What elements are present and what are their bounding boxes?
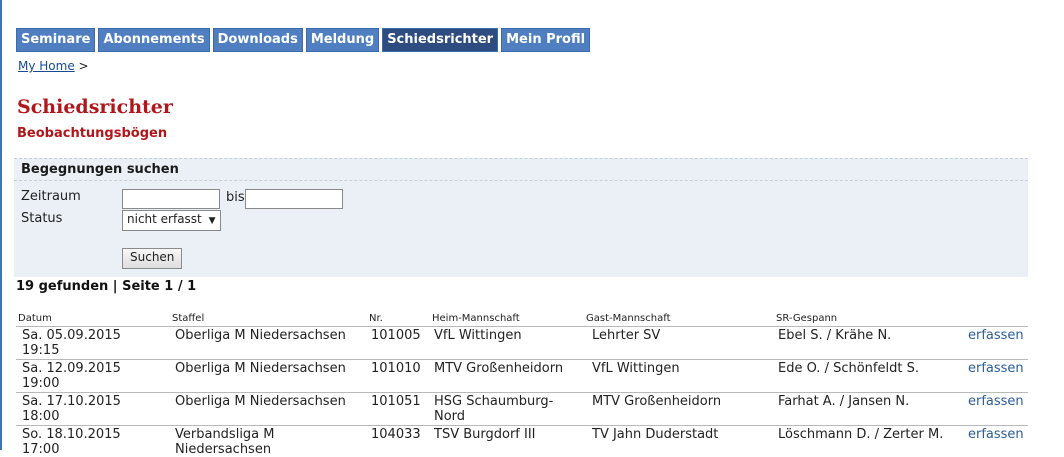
main-nav: Seminare Abonnements Downloads Meldung S… — [16, 28, 591, 52]
breadcrumb-separator: > — [78, 59, 89, 73]
cell-staffel: Oberliga M Niedersachsen — [175, 361, 346, 376]
cell-staffel-line1: Verbandsliga M — [175, 427, 275, 442]
row-divider — [16, 425, 1028, 426]
cell-heim: TSV Burgdorf III — [434, 427, 536, 442]
cell-datum-line2: 19:00 — [22, 376, 60, 391]
date-from-input[interactable] — [122, 189, 220, 209]
cell-sr: Löschmann D. / Zerter M. — [778, 427, 944, 442]
cell-datum-line1: Sa. 05.09.2015 — [22, 328, 121, 343]
tab-schiedsrichter[interactable]: Schiedsrichter — [382, 28, 499, 52]
cell-gast: Lehrter SV — [592, 328, 661, 343]
cell-datum-line1: Sa. 12.09.2015 — [22, 361, 121, 376]
cell-datum-line2: 18:00 — [22, 409, 60, 424]
row-divider — [16, 326, 1028, 327]
cell-gast: TV Jahn Duderstadt — [592, 427, 719, 442]
page-subtitle: Beobachtungsbögen — [17, 126, 168, 141]
search-button[interactable]: Suchen — [122, 248, 183, 269]
bis-label: bis — [226, 190, 245, 205]
erfassen-link[interactable]: erfassen — [968, 361, 1024, 376]
cell-datum-line1: So. 18.10.2015 — [22, 427, 121, 442]
erfassen-link[interactable]: erfassen — [968, 394, 1024, 409]
cell-heim: MTV Großenheidorn — [434, 361, 564, 376]
status-select-value: nicht erfasst — [127, 212, 202, 226]
cell-heim-line2: Nord — [434, 409, 466, 424]
search-heading: Begegnungen suchen — [21, 162, 179, 177]
page-title: Schiedsrichter — [17, 96, 173, 118]
cell-gast: MTV Großenheidorn — [592, 394, 722, 409]
page-frame-edge — [0, 0, 2, 450]
column-header-gast: Gast-Mannschaft — [586, 313, 671, 324]
cell-sr: Ebel S. / Krähe N. — [778, 328, 892, 343]
status-label: Status — [21, 211, 63, 226]
cell-gast: VfL Wittingen — [592, 361, 680, 376]
row-divider — [16, 392, 1028, 393]
dropdown-arrow-icon: ▼ — [208, 216, 216, 226]
cell-nr: 101010 — [371, 361, 421, 376]
breadcrumb-home-link[interactable]: My Home — [18, 59, 75, 73]
cell-staffel: Oberliga M Niedersachsen — [175, 394, 346, 409]
row-divider — [16, 359, 1028, 360]
search-panel: Begegnungen suchen Zeitraum bis Status n… — [14, 158, 1028, 277]
column-header-datum: Datum — [18, 313, 52, 324]
date-to-input[interactable] — [245, 189, 343, 209]
cell-sr: Ede O. / Schönfeldt S. — [778, 361, 919, 376]
cell-nr: 101005 — [371, 328, 421, 343]
cell-heim-line1: HSG Schaumburg- — [434, 394, 554, 409]
tab-abonnements[interactable]: Abonnements — [98, 28, 210, 52]
tab-seminare[interactable]: Seminare — [16, 28, 96, 52]
column-header-sr: SR-Gespann — [776, 313, 838, 324]
breadcrumb: My Home > — [18, 59, 89, 73]
column-header-staffel: Staffel — [172, 313, 205, 324]
tab-mein-profil[interactable]: Mein Profil — [501, 28, 591, 52]
tab-downloads[interactable]: Downloads — [212, 28, 303, 52]
tab-meldung[interactable]: Meldung — [305, 28, 380, 52]
erfassen-link[interactable]: erfassen — [968, 328, 1024, 343]
search-divider — [14, 180, 1028, 181]
cell-nr: 101051 — [371, 394, 421, 409]
cell-staffel: Oberliga M Niedersachsen — [175, 328, 346, 343]
cell-datum-line2: 19:15 — [22, 343, 60, 358]
erfassen-link[interactable]: erfassen — [968, 427, 1024, 442]
results-summary: 19 gefunden | Seite 1 / 1 — [16, 279, 197, 294]
cell-datum-line1: Sa. 17.10.2015 — [22, 394, 121, 409]
column-header-nr: Nr. — [369, 313, 383, 324]
cell-sr: Farhat A. / Jansen N. — [778, 394, 910, 409]
zeitraum-label: Zeitraum — [21, 189, 81, 204]
cell-nr: 104033 — [371, 427, 421, 442]
status-select[interactable]: nicht erfasst ▼ — [122, 210, 221, 231]
column-header-heim: Heim-Mannschaft — [432, 313, 520, 324]
cell-heim: VfL Wittingen — [434, 328, 522, 343]
